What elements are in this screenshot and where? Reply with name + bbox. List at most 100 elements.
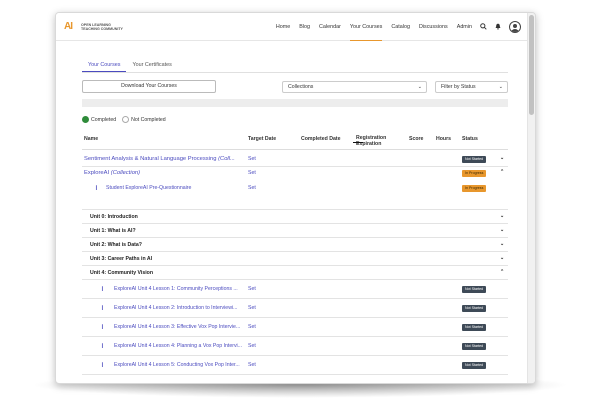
col-target-date[interactable]: Target Date: [248, 136, 276, 142]
set-target-date-link[interactable]: Set: [248, 170, 256, 176]
table-row[interactable]: Unit 2: What is Data? ⌄: [82, 238, 508, 252]
status-badge: Not Started: [462, 156, 487, 163]
status-filter-value: Filter by Status: [441, 84, 476, 90]
bullet-icon: ▎: [102, 362, 106, 367]
tab-your-certificates[interactable]: Your Certificates: [126, 59, 177, 72]
course-type: (Coll...: [218, 156, 235, 162]
collections-select[interactable]: Collections ⌄: [282, 81, 427, 93]
filter-bar-divider: [82, 99, 508, 107]
status-badge: Not Started: [462, 343, 487, 350]
nav-catalog[interactable]: Catalog: [391, 13, 410, 41]
col-name[interactable]: Name: [84, 136, 98, 142]
chevron-down-icon: ⌄: [417, 84, 422, 90]
table-row[interactable]: Unit 0: Introduction ⌄: [82, 210, 508, 224]
table-row[interactable]: Sentiment Analysis & Natural Language Pr…: [82, 152, 508, 167]
course-title: ExploreAI: [84, 170, 110, 176]
legend-completed-label: Completed: [91, 116, 117, 123]
lesson-title-link[interactable]: ExploreAI Unit 4 Lesson 4: Planning a Vo…: [114, 343, 242, 349]
set-target-date-link[interactable]: Set: [248, 305, 256, 311]
unit-title[interactable]: Unit 3: Career Paths in AI: [90, 256, 152, 262]
nav-discussions[interactable]: Discussions: [419, 13, 448, 41]
browser-window: AI OPEN LEARNING TEACHING COMMUNITY Home…: [55, 12, 536, 384]
status-filter-select[interactable]: Filter by Status ⌄: [435, 81, 508, 93]
search-icon[interactable]: [480, 22, 487, 32]
nav-calendar[interactable]: Calendar: [319, 13, 341, 41]
not-completed-dot-icon: [122, 116, 130, 123]
chevron-down-icon[interactable]: ⌄: [500, 213, 504, 219]
set-target-date-link[interactable]: Set: [248, 362, 256, 368]
chevron-down-icon: ⌄: [498, 84, 503, 90]
set-target-date-link[interactable]: Set: [248, 286, 256, 292]
scrollbar-thumb[interactable]: [529, 15, 534, 115]
table-row[interactable]: ▎ ExploreAI Unit 4 Lesson 2: Introductio…: [82, 299, 508, 318]
table-row[interactable]: ▎ ExploreAI Unit 4 Lesson 1: Community P…: [82, 280, 508, 299]
nav-home[interactable]: Home: [276, 13, 290, 41]
vertical-scrollbar[interactable]: [527, 13, 535, 383]
chevron-down-icon[interactable]: ⌄: [500, 241, 504, 247]
chevron-down-icon[interactable]: ⌄: [500, 255, 504, 261]
col-score[interactable]: Score: [409, 136, 423, 142]
table-row[interactable]: ExploreAI (Collection) Set In Progress ⌃: [82, 167, 508, 181]
chevron-down-icon[interactable]: ⌄: [500, 155, 504, 161]
site-logo[interactable]: AI OPEN LEARNING TEACHING COMMUNITY: [64, 20, 123, 34]
col-status[interactable]: Status: [462, 136, 478, 142]
table-row[interactable]: ▎ ExploreAI Unit 4 Lesson 4: Planning a …: [82, 337, 508, 356]
table-row[interactable]: ▎ ExploreAI Unit 4 Lesson 3: Effective V…: [82, 318, 508, 337]
logo-text-line2: TEACHING COMMUNITY: [81, 27, 123, 31]
bell-icon[interactable]: [495, 23, 501, 32]
sort-indicator: [353, 142, 363, 143]
table-row[interactable]: ▎ ExploreAI Unit 4 Lesson 5: Conducting …: [82, 356, 508, 375]
lesson-title-link[interactable]: ExploreAI Unit 4 Lesson 5: Conducting Vo…: [114, 362, 240, 368]
course-type: (Collection): [110, 170, 141, 176]
course-title-link[interactable]: Sentiment Analysis & Natural Language Pr…: [84, 156, 235, 162]
bullet-icon: ▎: [102, 286, 106, 291]
lesson-title-link[interactable]: ExploreAI Unit 4 Lesson 3: Effective Vox…: [114, 324, 240, 330]
user-avatar[interactable]: [509, 21, 521, 33]
top-navbar: AI OPEN LEARNING TEACHING COMMUNITY Home…: [56, 13, 529, 41]
col-completed-date[interactable]: Completed Date: [301, 136, 341, 142]
course-tabs: Your Courses Your Certificates: [82, 59, 508, 73]
main-nav: Home Blog Calendar Your Courses Catalog …: [267, 13, 521, 41]
download-courses-button[interactable]: Download Your Courses: [82, 80, 216, 93]
set-target-date-link[interactable]: Set: [248, 185, 256, 191]
collections-select-value: Collections: [288, 84, 314, 90]
table-row[interactable]: Unit 3: Career Paths in AI ⌄: [82, 252, 508, 266]
unit-title[interactable]: Unit 1: What is AI?: [90, 228, 136, 234]
status-badge: In Progress: [462, 170, 487, 177]
chevron-up-icon[interactable]: ⌃: [500, 269, 504, 275]
unit-title[interactable]: Unit 4: Community Vision: [90, 270, 153, 276]
lesson-title-link[interactable]: ExploreAI Unit 4 Lesson 2: Introduction …: [114, 305, 237, 311]
tab-your-courses[interactable]: Your Courses: [82, 59, 127, 72]
bullet-icon: ▎: [96, 185, 100, 190]
set-target-date-link[interactable]: Set: [248, 343, 256, 349]
nav-admin[interactable]: Admin: [457, 13, 472, 41]
status-badge: Not Started: [462, 324, 487, 331]
unit-title[interactable]: Unit 0: Introduction: [90, 214, 138, 220]
completed-dot-icon: [82, 116, 89, 123]
chevron-down-icon[interactable]: ⌄: [500, 227, 504, 233]
bullet-icon: ▎: [102, 343, 106, 348]
logo-text: OPEN LEARNING TEACHING COMMUNITY: [81, 23, 123, 32]
status-badge: Not Started: [462, 362, 487, 369]
course-title-link[interactable]: ExploreAI (Collection): [84, 170, 140, 176]
logo-mark-icon: AI: [64, 21, 73, 32]
status-badge: In Progress: [462, 185, 487, 192]
nav-blog[interactable]: Blog: [299, 13, 310, 41]
course-title: Sentiment Analysis & Natural Language Pr…: [84, 156, 217, 162]
set-target-date-link[interactable]: Set: [248, 324, 256, 330]
activity-title-link[interactable]: Student ExploreAI Pre-Questionnaire: [106, 185, 191, 191]
status-badge: Not Started: [462, 286, 487, 293]
table-row[interactable]: Unit 4: Community Vision ⌃: [82, 266, 508, 280]
col-hours[interactable]: Hours: [436, 136, 451, 142]
chevron-up-icon[interactable]: ⌃: [500, 169, 504, 175]
bullet-icon: ▎: [102, 305, 106, 310]
unit-title[interactable]: Unit 2: What is Data?: [90, 242, 142, 248]
set-target-date-link[interactable]: Set: [248, 156, 256, 162]
status-badge: Not Started: [462, 305, 487, 312]
lesson-title-link[interactable]: ExploreAI Unit 4 Lesson 1: Community Per…: [114, 286, 238, 292]
completion-legend: Completed Not Completed: [82, 116, 166, 123]
table-row[interactable]: Unit 1: What is AI? ⌄: [82, 224, 508, 238]
col-registration-expiration[interactable]: Registration Expiration: [353, 135, 386, 147]
table-row[interactable]: ▎ Student ExploreAI Pre-Questionnaire Se…: [82, 181, 508, 210]
nav-your-courses[interactable]: Your Courses: [349, 13, 383, 41]
